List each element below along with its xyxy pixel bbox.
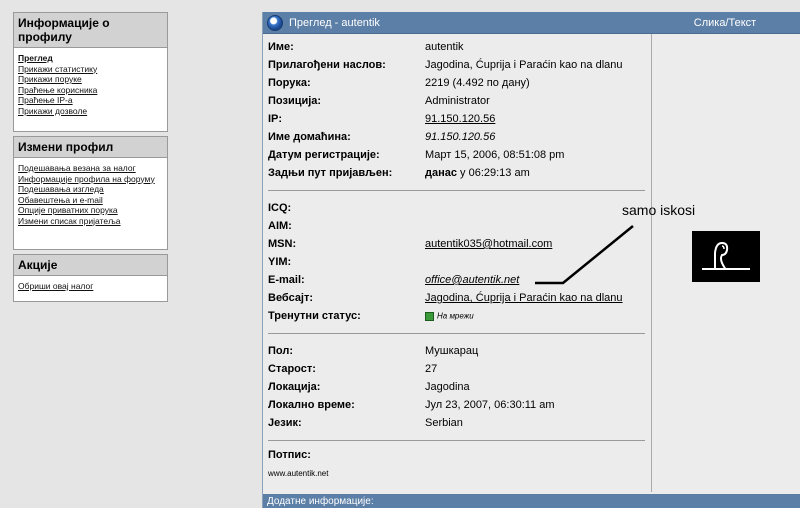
actions-title: Акције: [14, 255, 167, 276]
email-label: E-mail:: [268, 274, 305, 286]
profile-summary-panel: Преглед - autentik Слика/Текст Име: auten…: [262, 12, 800, 508]
name-value: autentik: [425, 41, 464, 53]
custom-title-label: Прилагођени наслов:: [268, 59, 386, 71]
sidebar-item-account-settings[interactable]: Подешавања везана за налог: [18, 163, 163, 174]
sidebar-item-permissions[interactable]: Прикажи дозволе: [18, 106, 163, 117]
profile-details: Име: autentik Прилагођени наслов: Jagodina…: [263, 34, 653, 492]
msn-link[interactable]: autentik035@hotmail.com: [425, 238, 552, 250]
profile-info-title: Информације о профилу: [14, 13, 167, 48]
sidebar-item-notifications[interactable]: Обавештења и e-mail: [18, 195, 163, 206]
sidebar-item-buddy-list[interactable]: Измени списак пријатеља: [18, 216, 163, 227]
email-link[interactable]: office@autentik.net: [425, 274, 519, 286]
last-active-today: данас: [425, 167, 457, 179]
location-label: Локација:: [268, 381, 321, 393]
ip-label: IP:: [268, 113, 283, 125]
gender-value: Мушкарац: [425, 345, 479, 357]
name-label: Име:: [268, 41, 294, 53]
language-value: Serbian: [425, 417, 463, 429]
gender-label: Пол:: [268, 345, 294, 357]
sidebar-item-delete-account[interactable]: Обриши овај налог: [18, 281, 163, 292]
additional-info-header: Додатне информације:: [263, 494, 800, 508]
annotation-text: samo iskosi: [622, 202, 696, 218]
last-active-value: данас у 06:29:13 am: [425, 167, 530, 179]
position-value: Administrator: [425, 95, 490, 107]
language-label: Језик:: [268, 417, 302, 429]
sidebar-item-track-ip[interactable]: Праћење IP-а: [18, 95, 163, 106]
divider: [268, 333, 646, 334]
signature-label: Потпис:: [268, 449, 311, 461]
hostname-label: Име домаћина:: [268, 131, 351, 143]
age-value: 27: [425, 363, 438, 375]
website-link[interactable]: Jagodina, Ćuprija i Paraćin kao na dlanu: [425, 292, 623, 304]
avatar: [692, 231, 761, 282]
online-text: На мрежи: [437, 311, 474, 321]
panel-header: Преглед - autentik Слика/Текст: [263, 12, 800, 34]
profile-globe-icon: [267, 14, 283, 31]
panel-title: Преглед - autentik: [289, 16, 380, 29]
online-icon: [425, 311, 434, 321]
actions-box: Акције Обриши овај налог: [13, 254, 168, 302]
edit-profile-box: Измени профил Подешавања везана за налог…: [13, 136, 168, 250]
edit-profile-title: Измени профил: [14, 137, 167, 158]
ip-link[interactable]: 91.150.120.56: [425, 113, 495, 125]
sidebar-item-look-layout[interactable]: Подешавања изгледа: [18, 184, 163, 195]
location-value: Jagodina: [425, 381, 470, 393]
hostname-value: 91.150.120.56: [425, 131, 496, 143]
yim-label: YIM:: [268, 256, 292, 268]
posts-value: 2219 (4.492 по дану): [425, 77, 530, 89]
msn-label: MSN:: [268, 238, 297, 250]
age-label: Старост:: [268, 363, 316, 375]
icq-label: ICQ:: [268, 202, 292, 214]
profile-sidebar: Информације о профилу Преглед Прикажи ст…: [13, 12, 168, 306]
avatar-figure-icon: [702, 241, 751, 270]
status-value: На мрежи: [425, 310, 474, 322]
sidebar-item-statistics[interactable]: Прикажи статистику: [18, 64, 163, 75]
profile-info-box: Информације о профилу Преглед Прикажи ст…: [13, 12, 168, 132]
website-label: Вебсајт:: [268, 292, 314, 304]
divider: [268, 190, 646, 191]
last-active-label: Задњи пут пријављен:: [268, 167, 393, 179]
sidebar-item-show-posts[interactable]: Прикажи поруке: [18, 74, 163, 85]
local-time-label: Локално време:: [268, 399, 355, 411]
custom-title-value: Jagodina, Ćuprija i Paraćin kao na dlanu: [425, 59, 623, 71]
signature-text: www.autentik.net: [268, 469, 329, 478]
avatar-column: [652, 34, 800, 492]
last-active-time: у 06:29:13 am: [456, 167, 530, 179]
status-label: Тренутни статус:: [268, 310, 361, 322]
position-label: Позиција:: [268, 95, 322, 107]
posts-label: Порука:: [268, 77, 311, 89]
divider: [268, 440, 646, 441]
sidebar-item-track-user[interactable]: Праћење корисника: [18, 85, 163, 96]
sidebar-item-summary[interactable]: Преглед: [18, 53, 163, 64]
sidebar-item-forum-profile[interactable]: Информације профила на форуму: [18, 174, 163, 185]
sidebar-item-pm-options[interactable]: Опције приватних порука: [18, 205, 163, 216]
registration-label: Датум регистрације:: [268, 149, 380, 161]
local-time-value: Јул 23, 2007, 06:30:11 am: [425, 399, 555, 411]
aim-label: AIM:: [268, 220, 292, 232]
registration-value: Март 15, 2006, 08:51:08 pm: [425, 149, 565, 161]
picture-text-header: Слика/Текст: [693, 16, 757, 29]
